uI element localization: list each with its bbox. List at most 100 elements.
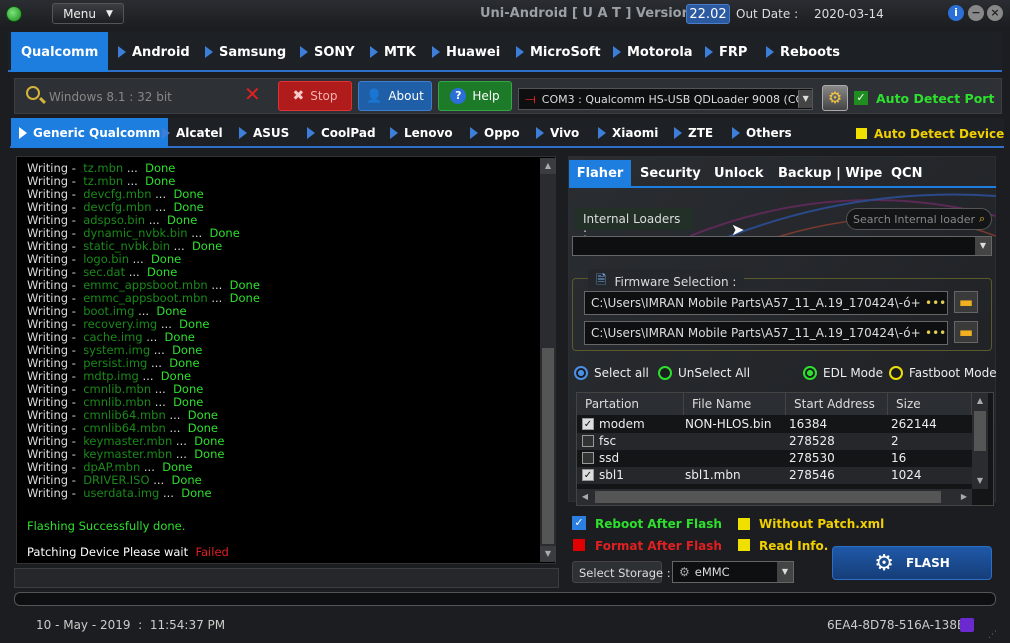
select-all-radio[interactable]	[574, 366, 588, 380]
resize-grip-icon[interactable]: ⋰	[988, 630, 997, 640]
nav-frp[interactable]: FRP	[705, 32, 747, 72]
menu-button[interactable]: Menu ▼	[52, 3, 124, 24]
scroll-left-icon[interactable]: ◀	[577, 489, 593, 505]
auto-detect-port-checkbox[interactable]: ✓	[854, 91, 868, 105]
dev-coolpad[interactable]: CoolPad	[307, 118, 376, 148]
loader-search-input[interactable]: Search Internal loader ⌕	[846, 208, 992, 230]
col-start-address[interactable]: Start Address	[786, 393, 888, 415]
nav-reboots[interactable]: Reboots	[766, 32, 840, 72]
col-file-name[interactable]: File Name	[684, 393, 786, 415]
info-icon[interactable]: i	[948, 5, 964, 21]
help-button[interactable]: ? Help	[438, 81, 512, 111]
fastboot-mode-radio[interactable]	[889, 366, 903, 380]
log-status: Done	[187, 408, 218, 422]
nav-motorola[interactable]: Motorola	[613, 32, 693, 72]
dev-lenovo[interactable]: Lenovo	[390, 118, 453, 148]
dev-others[interactable]: Others	[732, 118, 792, 148]
loader-dropdown[interactable]: ▼	[572, 236, 992, 256]
dev-vivo[interactable]: Vivo	[536, 118, 579, 148]
folder-open-icon[interactable]: ▬	[954, 321, 978, 343]
log-file: tz.mbn	[83, 174, 124, 188]
log-prefix: Writing -	[27, 486, 76, 500]
table-row[interactable]: ssd 278530 16	[577, 450, 972, 467]
nav-sony[interactable]: SONY	[300, 32, 355, 72]
nav-microsoft[interactable]: MicroSoft	[516, 32, 601, 72]
clear-icon[interactable]: ✕	[244, 84, 261, 104]
dev-generic-qualcomm[interactable]: Generic Qualcomm	[11, 118, 169, 148]
scroll-down-icon[interactable]: ▼	[972, 473, 988, 489]
table-row[interactable]: ✓ sbl1 sbl1.mbn 278546 1024	[577, 467, 972, 484]
search-icon: ⌕	[978, 212, 986, 225]
nav-huawei[interactable]: Huawei	[432, 32, 500, 72]
log-sep: ...	[143, 460, 155, 474]
close-icon[interactable]: ×	[987, 5, 1003, 21]
flash-button[interactable]: ⚙ FLASH	[832, 546, 992, 580]
scroll-thumb[interactable]	[542, 348, 554, 544]
row-checkbox[interactable]	[582, 435, 594, 447]
format-after-flash-checkbox[interactable]	[573, 539, 585, 551]
nav-android[interactable]: Android	[118, 32, 190, 72]
about-button[interactable]: 👤 About	[358, 81, 432, 111]
browse-dots: •••	[925, 326, 947, 340]
table-row[interactable]: ✓ modem NON-HLOS.bin 16384 262144	[577, 416, 972, 433]
stop-label: Stop	[310, 89, 338, 103]
stop-button[interactable]: ✖ Stop	[278, 81, 352, 111]
log-scrollbar[interactable]: ▲ ▼	[540, 158, 556, 562]
col-size[interactable]: Size	[888, 393, 972, 415]
table-hscroll[interactable]: ◀ ▶	[577, 489, 972, 505]
row-checkbox[interactable]: ✓	[582, 418, 594, 430]
scroll-thumb[interactable]	[974, 411, 986, 451]
storage-value: eMMC	[694, 565, 730, 579]
dev-xiaomi[interactable]: Xiaomi	[598, 118, 658, 148]
log-sep: ...	[153, 343, 165, 357]
firmware-path-2[interactable]: C:\Users\IMRAN Mobile Parts\A57_11_A.19_…	[584, 321, 948, 345]
settings-gear-icon[interactable]: ⚙	[822, 85, 848, 111]
reboot-after-flash-checkbox[interactable]: ✓	[572, 516, 586, 530]
table-vscroll[interactable]: ▲ ▼	[972, 393, 988, 489]
log-prefix: Writing -	[27, 200, 76, 214]
dev-asus[interactable]: ASUS	[239, 118, 289, 148]
col-partition[interactable]: Partation	[577, 393, 684, 415]
tab-security[interactable]: Security	[640, 160, 701, 186]
nav-qualcomm[interactable]: Qualcomm	[11, 32, 109, 72]
log-file: static_nvbk.bin	[83, 239, 171, 253]
nav-samsung[interactable]: Samsung	[205, 32, 286, 72]
storage-select[interactable]: ⚙ eMMC ▼	[672, 561, 794, 583]
nav-mtk[interactable]: MTK	[370, 32, 416, 72]
log-sep: ...	[153, 473, 165, 487]
scroll-down-icon[interactable]: ▼	[540, 546, 556, 562]
firmware-path-1[interactable]: C:\Users\IMRAN Mobile Parts\A57_11_A.19_…	[584, 291, 948, 315]
dev-oppo[interactable]: Oppo	[470, 118, 520, 148]
tab-qcn[interactable]: QCN	[891, 160, 922, 186]
tab-flasher[interactable]: Flaher	[569, 160, 631, 186]
scroll-up-icon[interactable]: ▲	[972, 393, 988, 409]
log-console: Writing - tz.mbn ... Done Writing - tz.mb…	[16, 156, 556, 564]
row-checkbox[interactable]: ✓	[582, 469, 594, 481]
browse-dots: •••	[925, 296, 947, 310]
log-sep: ...	[175, 447, 187, 461]
tab-backup-wipe[interactable]: Backup | Wipe	[778, 160, 882, 186]
arrow-icon	[205, 46, 213, 58]
log-status: Done	[187, 421, 218, 435]
read-info-checkbox[interactable]	[738, 539, 750, 551]
dev-alcatel[interactable]: Alcatel	[162, 118, 223, 148]
port-select[interactable]: ⟞ COM3 : Qualcomm HS-USB QDLoader 9008 (…	[518, 88, 813, 110]
auto-detect-device-checkbox[interactable]	[856, 128, 867, 139]
help-icon: ?	[450, 88, 467, 104]
log-status: Done	[172, 343, 203, 357]
row-checkbox[interactable]	[582, 452, 594, 464]
folder-open-icon[interactable]: ▬	[954, 291, 978, 313]
auto-detect-port-label: Auto Detect Port	[876, 91, 995, 106]
log-status: Done	[145, 174, 176, 188]
minimize-icon[interactable]: −	[968, 5, 984, 21]
scroll-up-icon[interactable]: ▲	[540, 158, 556, 174]
log-prefix: Writing -	[27, 343, 76, 357]
tab-unlock[interactable]: Unlock	[714, 160, 764, 186]
dev-zte[interactable]: ZTE	[674, 118, 713, 148]
scroll-thumb[interactable]	[595, 491, 941, 503]
scroll-right-icon[interactable]: ▶	[956, 489, 972, 505]
table-row[interactable]: fsc 278528 2	[577, 433, 972, 450]
edl-mode-radio[interactable]	[803, 366, 817, 380]
without-patch-checkbox[interactable]	[738, 518, 750, 530]
unselect-all-radio[interactable]	[658, 366, 672, 380]
